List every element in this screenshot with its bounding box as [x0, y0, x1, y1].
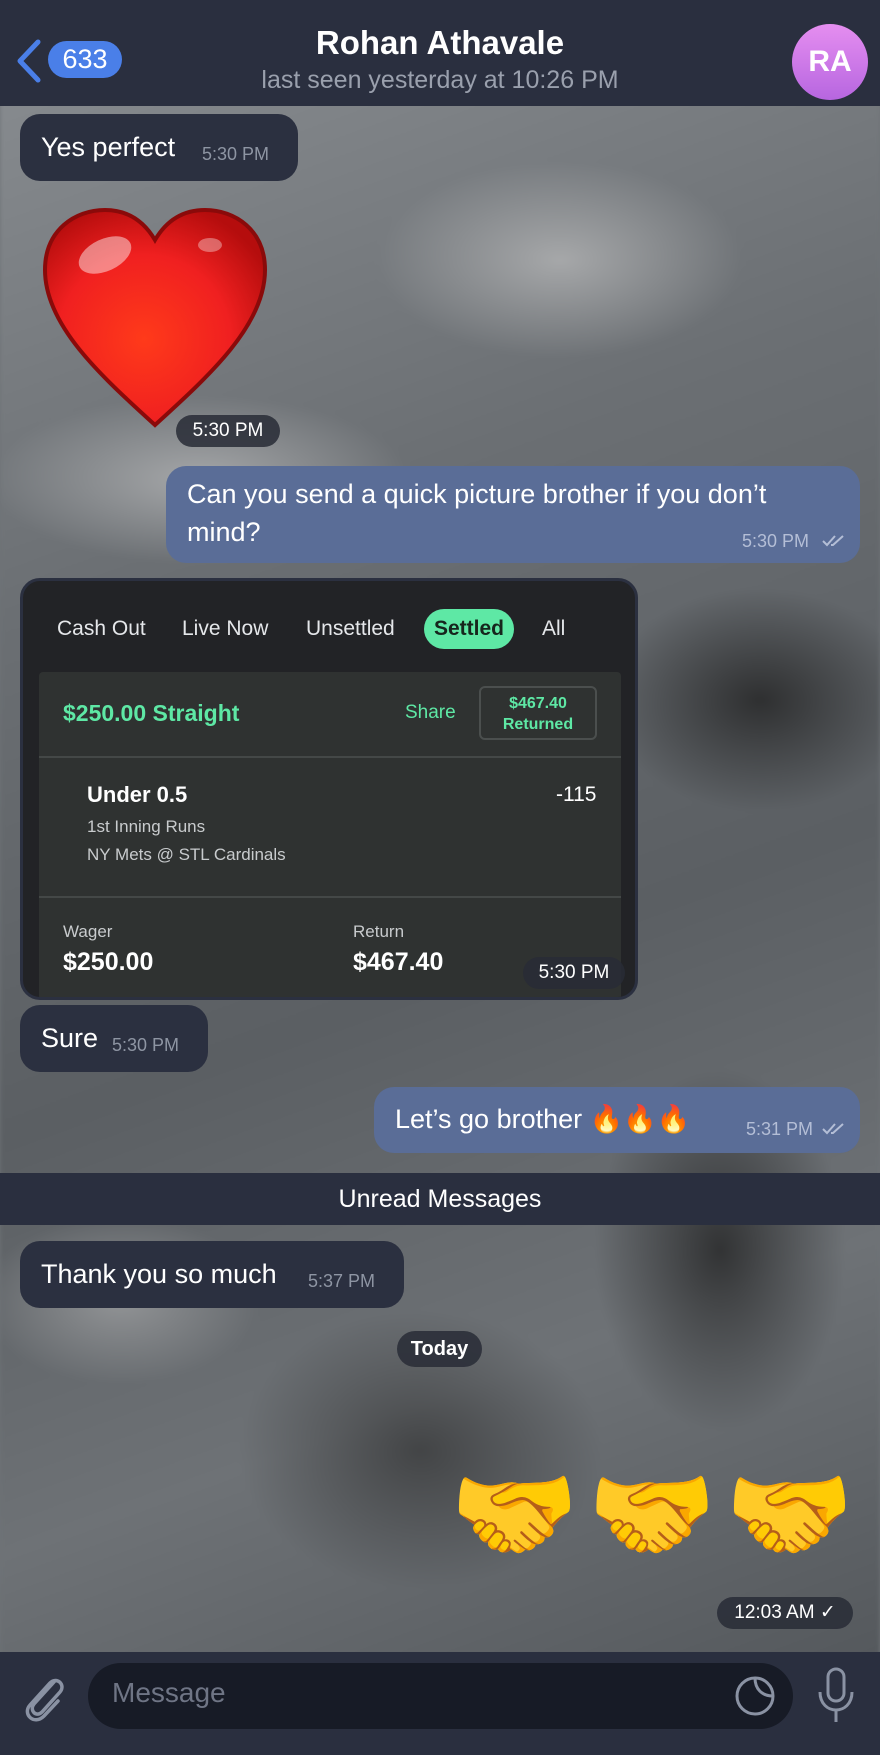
bet-matchup: NY Mets @ STL Cardinals — [87, 845, 286, 864]
message-input[interactable]: Message — [88, 1663, 793, 1729]
bet-panel: $250.00 Straight Share $467.40 Returned … — [39, 672, 621, 997]
message-bubble[interactable]: Sure 5:30 PM — [20, 1005, 208, 1072]
sticker-icon[interactable] — [734, 1675, 776, 1717]
message-text: Can you send a quick picture brother if … — [187, 479, 767, 547]
double-check-icon — [822, 1123, 844, 1135]
message-time: 5:30 PM — [202, 144, 270, 164]
heart-sticker[interactable] — [40, 205, 270, 435]
bet-title: $250.00 Straight — [63, 700, 240, 726]
returned-label: Returned — [502, 716, 574, 733]
message-time: 5:31 PM — [746, 1119, 814, 1139]
double-check-icon — [822, 535, 844, 547]
tab-settled: Settled — [424, 609, 515, 649]
returned-badge: $467.40 Returned — [479, 686, 597, 740]
date-divider: Today — [397, 1331, 482, 1367]
bet-screenshot-image[interactable]: Cash Out Live Now Unsettled Settled All … — [20, 578, 638, 1000]
message-text: Sure — [41, 1023, 99, 1053]
microphone-icon[interactable] — [812, 1666, 860, 1726]
divider — [39, 896, 621, 898]
divider — [39, 756, 621, 758]
bet-market: 1st Inning Runs — [87, 817, 206, 836]
chat-header: 633 Rohan Athavale last seen yesterday a… — [0, 0, 880, 106]
message-text: Let’s go brother 🔥🔥🔥 — [395, 1104, 691, 1134]
message-placeholder: Message — [112, 1677, 226, 1708]
bet-pick: Under 0.5 — [87, 782, 188, 807]
emoji-message[interactable]: 🤝🤝🤝 — [438, 1455, 862, 1575]
message-bubble[interactable]: Let’s go brother 🔥🔥🔥 5:31 PM — [374, 1087, 860, 1153]
return-value: $467.40 — [353, 948, 444, 976]
message-text: Thank you so much — [41, 1259, 277, 1289]
image-time: 5:30 PM — [523, 957, 625, 989]
message-bubble[interactable]: Can you send a quick picture brother if … — [166, 466, 860, 563]
message-time: 12:03 AM — [734, 1602, 815, 1623]
message-bubble[interactable]: Thank you so much 5:37 PM — [20, 1241, 404, 1308]
avatar[interactable]: RA — [792, 24, 868, 100]
message-time: 5:30 PM — [742, 531, 810, 551]
tab-live-now: Live Now — [182, 617, 269, 640]
last-seen-status: last seen yesterday at 10:26 PM — [261, 66, 619, 94]
check-icon: ✓ — [819, 1602, 836, 1623]
bet-tabs: Cash Out Live Now Unsettled Settled All — [23, 609, 635, 653]
unread-messages-divider: Unread Messages — [0, 1173, 880, 1225]
wager-label: Wager — [63, 922, 113, 941]
tab-all: All — [542, 617, 566, 640]
wager-value: $250.00 — [63, 948, 154, 976]
paperclip-icon[interactable] — [20, 1668, 68, 1724]
return-label: Return — [353, 922, 405, 941]
message-time: 5:37 PM — [308, 1271, 376, 1291]
tab-cash-out: Cash Out — [57, 617, 146, 640]
message-text: Yes perfect — [41, 132, 176, 162]
message-bubble[interactable]: Yes perfect 5:30 PM — [20, 114, 298, 181]
sticker-time: 5:30 PM — [176, 415, 280, 447]
message-time: 5:30 PM — [112, 1035, 180, 1055]
returned-amount: $467.40 — [509, 695, 567, 712]
bet-odds: -115 — [556, 783, 597, 806]
share-link: Share — [405, 702, 456, 723]
emoji-message-time: 12:03 AM ✓ — [717, 1597, 853, 1629]
chat-title[interactable]: Rohan Athavale — [0, 24, 880, 62]
tab-unsettled: Unsettled — [306, 617, 395, 640]
message-input-bar: Message — [0, 1652, 880, 1755]
